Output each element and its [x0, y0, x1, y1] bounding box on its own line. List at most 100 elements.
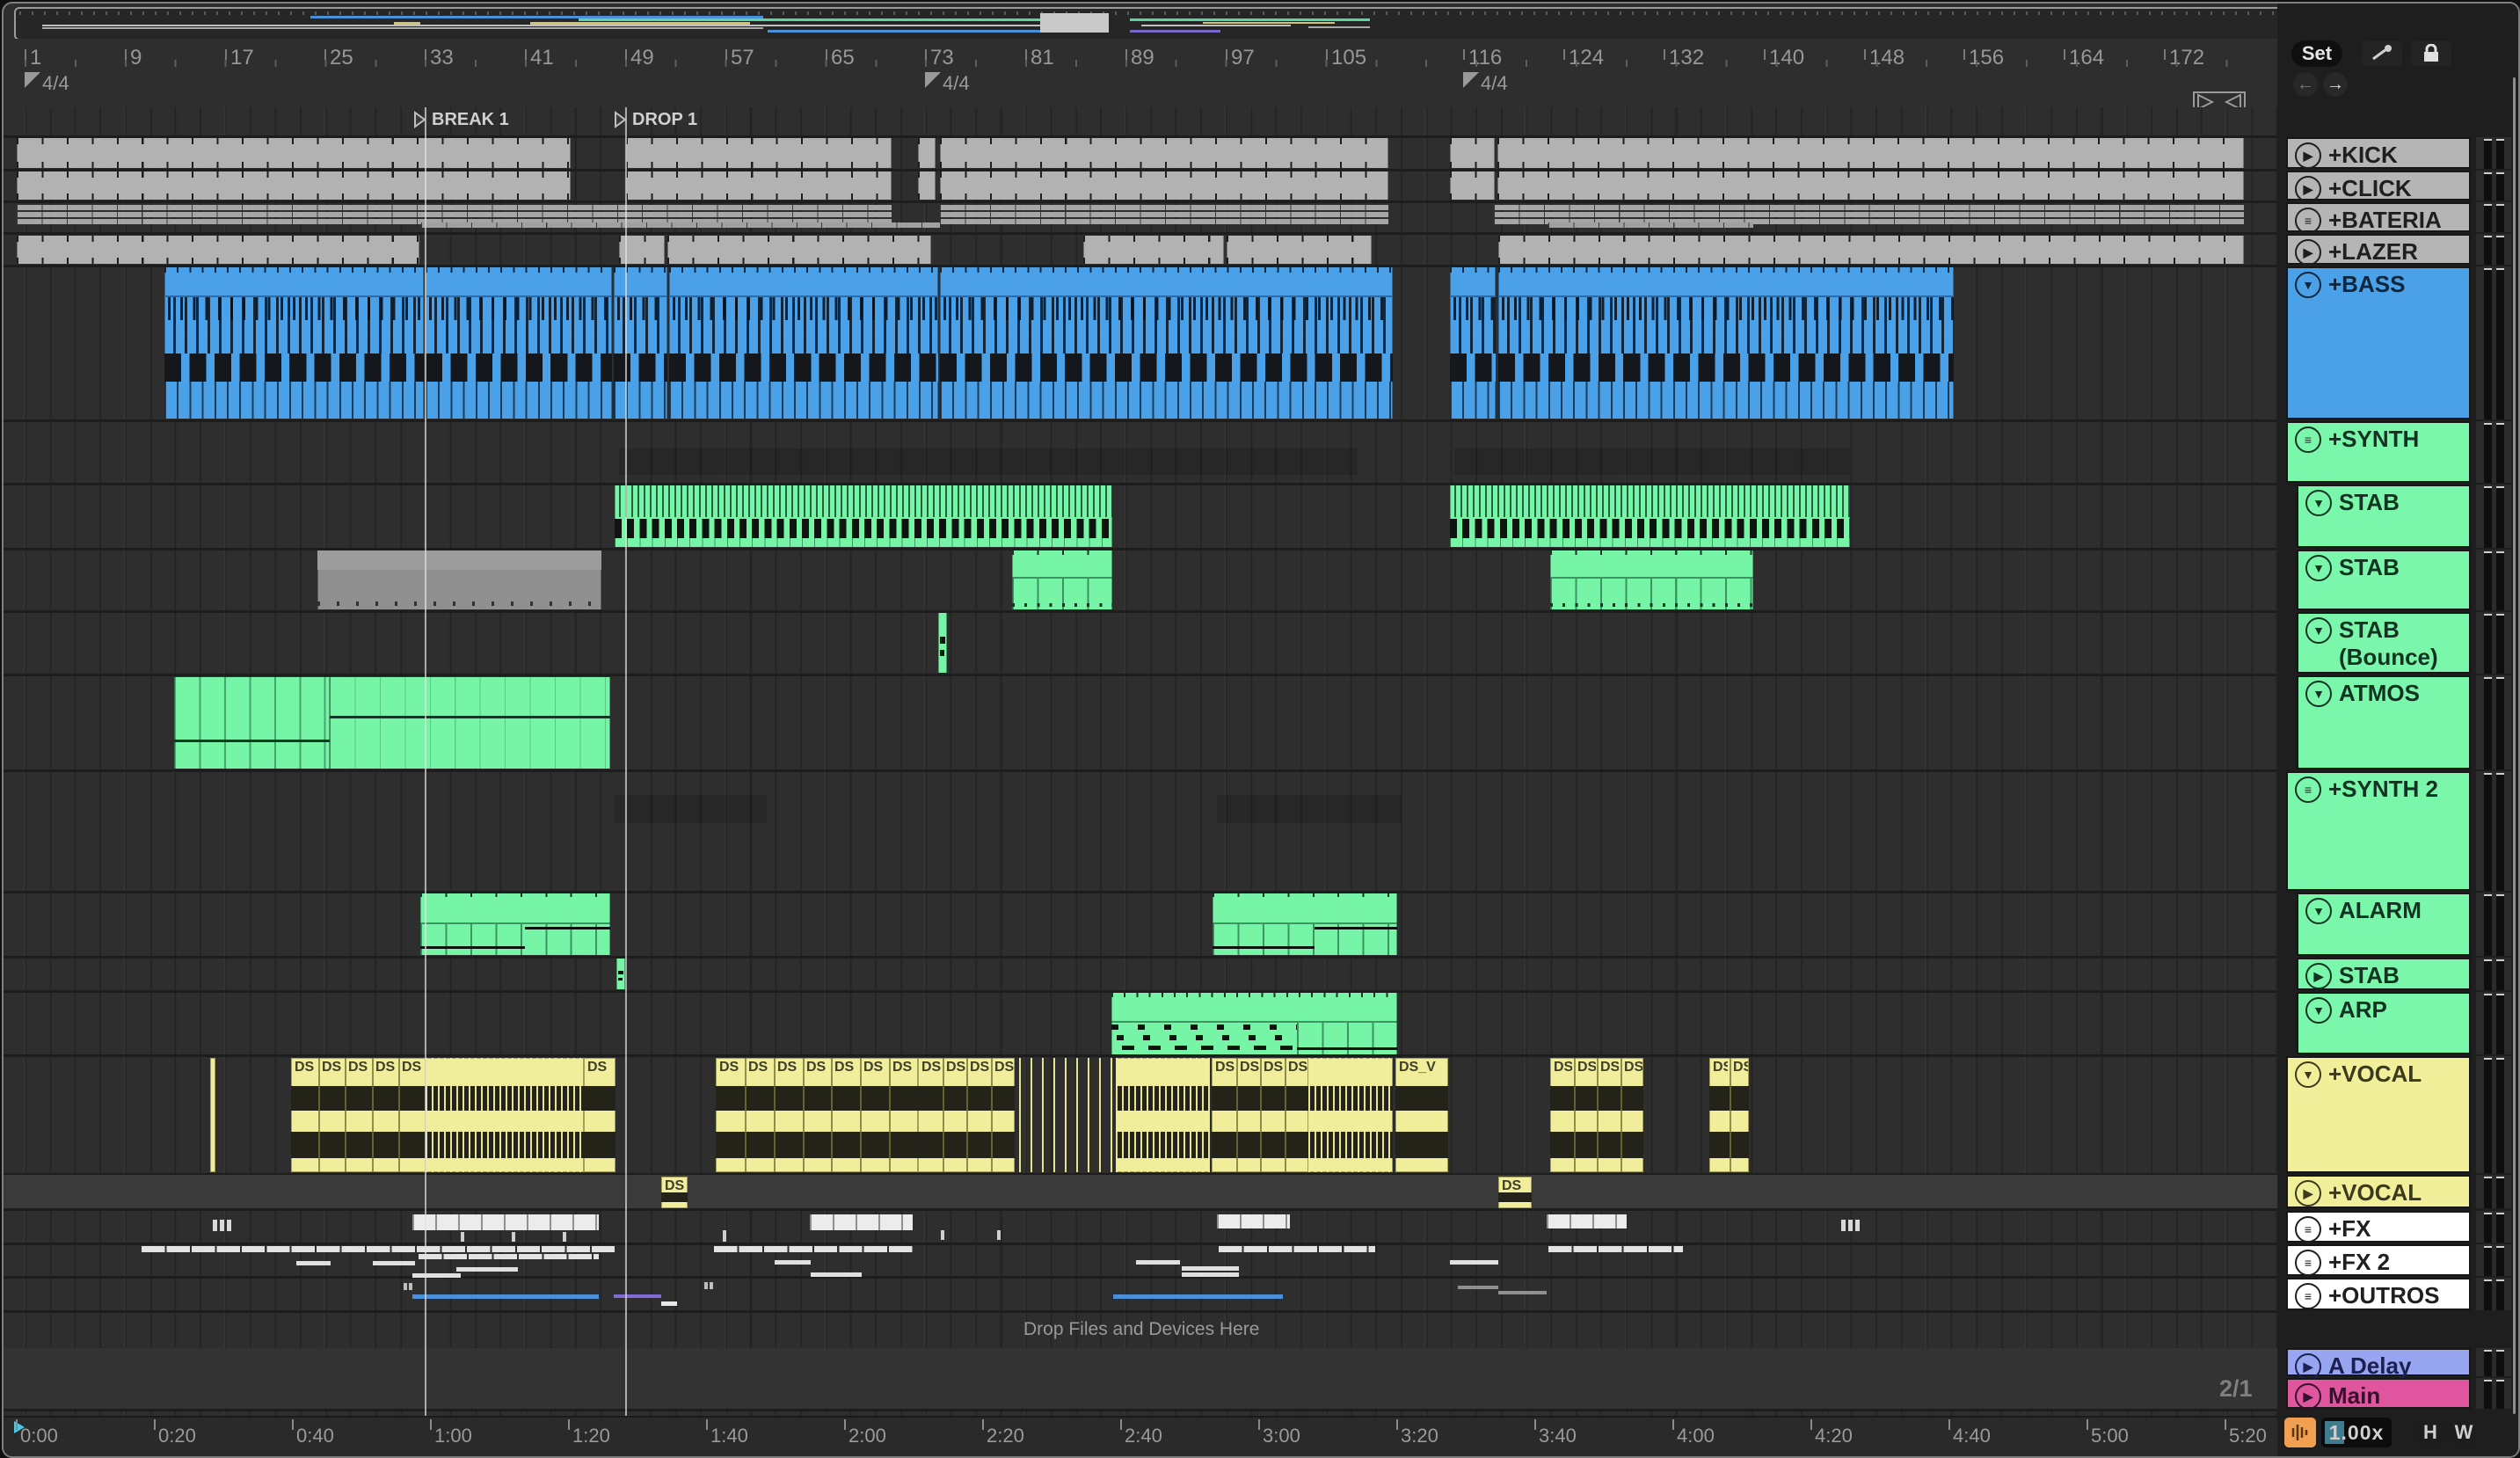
mini-clip[interactable] — [1450, 1260, 1498, 1265]
down-icon[interactable]: ▼ — [2305, 997, 2332, 1024]
arrangement-area[interactable]: DS DS DS DS DS DS DS DS DS DS DS DS DS DS DS DS DS DS DS DS… — [4, 107, 2277, 1416]
zoom-ratio-display[interactable]: 1.00x — [2321, 1418, 2392, 1447]
zoom-height-button[interactable]: H — [2416, 1419, 2444, 1446]
mini-clip[interactable] — [1113, 1294, 1283, 1299]
track-header-a-delay[interactable]: ▶ A Delay — [2286, 1348, 2471, 1380]
time-signature-marker[interactable]: 4/4 — [1463, 72, 1508, 95]
menu-icon[interactable]: ≡ — [2295, 1250, 2321, 1276]
mini-clip[interactable] — [456, 1267, 518, 1272]
clip[interactable]: DS_V — [1395, 1058, 1448, 1172]
clip[interactable] — [940, 203, 1388, 231]
track-header--bateria[interactable]: ≡ +BATERIA — [2286, 202, 2471, 234]
mini-clip[interactable] — [412, 1214, 599, 1230]
clip[interactable] — [626, 138, 892, 168]
track-header--lazer[interactable]: ▶ +LAZER — [2286, 234, 2471, 266]
mini-clip[interactable] — [140, 1246, 615, 1252]
clip[interactable] — [174, 677, 330, 769]
track-header--fx[interactable]: ≡ +FX — [2286, 1211, 2471, 1243]
clip[interactable] — [1111, 993, 1397, 1054]
track-header--outros[interactable]: ≡ +OUTROS — [2286, 1278, 2471, 1310]
mini-clip[interactable] — [1841, 1220, 1846, 1231]
track-header--click[interactable]: ▶ +CLICK — [2286, 171, 2471, 202]
back-arrow-button[interactable]: ← — [2293, 72, 2318, 97]
clip[interactable]: DS DS — [1709, 1058, 1749, 1172]
mini-clip[interactable] — [1217, 1214, 1290, 1228]
bar-ruler[interactable]: 1 9 17 25 33 41 49 57 65 73 81 89 97 105 116 124 132 140 1… — [4, 39, 2277, 113]
mini-clip[interactable] — [1855, 1220, 1860, 1231]
clip[interactable] — [1450, 138, 1495, 168]
clip[interactable] — [1450, 485, 1850, 547]
track-header--synth[interactable]: ≡ +SYNTH — [2286, 421, 2471, 483]
menu-icon[interactable]: ≡ — [2295, 426, 2321, 453]
clip[interactable] — [626, 171, 892, 200]
mini-clip[interactable] — [373, 1261, 415, 1265]
track-header-stab-bounce-[interactable]: ▼ STAB (Bounce) — [2297, 612, 2471, 674]
track-header-atmos[interactable]: ▼ ATMOS — [2297, 675, 2471, 769]
play-icon[interactable]: ▶ — [2295, 1353, 2321, 1380]
clip[interactable] — [17, 138, 571, 168]
mini-clip[interactable] — [1217, 1246, 1375, 1252]
mini-clip[interactable] — [1182, 1272, 1239, 1277]
clip[interactable]: DS DS DS DS — [1550, 1058, 1643, 1172]
locator-drop-1[interactable]: DROP 1 — [614, 107, 697, 132]
mini-clip[interactable] — [1547, 1246, 1683, 1252]
track-header-main[interactable]: ▶ Main — [2286, 1378, 2471, 1410]
mini-clip[interactable] — [213, 1220, 217, 1231]
clip[interactable] — [615, 795, 767, 823]
clip[interactable] — [1498, 267, 1954, 419]
clip[interactable]: DS DS DS DS DS DS DS — [716, 1058, 918, 1172]
mini-clip[interactable] — [723, 1230, 726, 1242]
clip[interactable] — [1227, 236, 1372, 264]
arrangement-overview[interactable] — [14, 7, 2513, 40]
mini-clip[interactable] — [461, 1232, 464, 1242]
lock-button[interactable] — [2411, 41, 2451, 66]
clip[interactable] — [1308, 1058, 1393, 1172]
clip[interactable] — [1450, 267, 1496, 419]
clip[interactable] — [669, 267, 938, 419]
mini-clip[interactable] — [412, 1273, 461, 1278]
clip[interactable] — [1019, 1058, 1116, 1172]
mini-clip[interactable] — [1458, 1286, 1498, 1289]
clip[interactable] — [616, 959, 625, 989]
clip[interactable] — [614, 267, 667, 419]
locator-break-1[interactable]: BREAK 1 — [413, 107, 509, 132]
mini-clip[interactable] — [1136, 1260, 1180, 1265]
clip[interactable] — [940, 267, 1393, 419]
mini-clip[interactable] — [563, 1232, 566, 1242]
track-header--vocal-risada[interactable]: ▶+VOCAL RISADA — [2286, 1175, 2471, 1233]
play-icon[interactable]: ▶ — [2295, 1383, 2321, 1410]
play-icon[interactable]: ▶ — [2295, 176, 2321, 202]
clip[interactable] — [1497, 171, 2244, 200]
mini-clip[interactable] — [296, 1261, 331, 1265]
clip[interactable]: DS DS DS DS — [1212, 1058, 1308, 1172]
clip[interactable] — [938, 613, 947, 673]
mini-clip[interactable] — [404, 1283, 407, 1290]
track-header--kick[interactable]: ▶ +KICK — [2286, 137, 2471, 169]
menu-icon[interactable]: ≡ — [2295, 776, 2321, 803]
clip[interactable] — [1550, 550, 1753, 609]
track-header-alarm[interactable]: ▼ ALARM — [2297, 893, 2471, 956]
clip[interactable] — [210, 1058, 215, 1172]
clip[interactable] — [317, 550, 601, 609]
time-signature-marker[interactable]: 4/4 — [25, 72, 69, 95]
clip[interactable] — [1083, 236, 1224, 264]
clip[interactable] — [940, 171, 1388, 200]
clip[interactable] — [1498, 236, 2244, 264]
draw-mode-button[interactable] — [2362, 41, 2402, 66]
mini-clip[interactable] — [1547, 1214, 1627, 1228]
clip[interactable] — [426, 1058, 584, 1172]
mini-clip[interactable] — [811, 1272, 862, 1277]
clip[interactable] — [1217, 795, 1402, 823]
clip[interactable] — [667, 236, 931, 264]
clip[interactable] — [426, 267, 612, 419]
track-header--bass[interactable]: ▼ +BASS — [2286, 266, 2471, 419]
play-icon[interactable]: ▶ — [2295, 1180, 2321, 1206]
mini-clip[interactable] — [1182, 1266, 1239, 1271]
mini-clip[interactable] — [220, 1220, 224, 1231]
clip[interactable] — [17, 236, 419, 264]
down-icon[interactable]: ▼ — [2305, 490, 2332, 516]
down-icon[interactable]: ▼ — [2295, 272, 2321, 298]
down-icon[interactable]: ▼ — [2305, 681, 2332, 707]
mini-clip[interactable] — [941, 1230, 944, 1240]
clip[interactable]: DS — [1498, 1177, 1532, 1208]
